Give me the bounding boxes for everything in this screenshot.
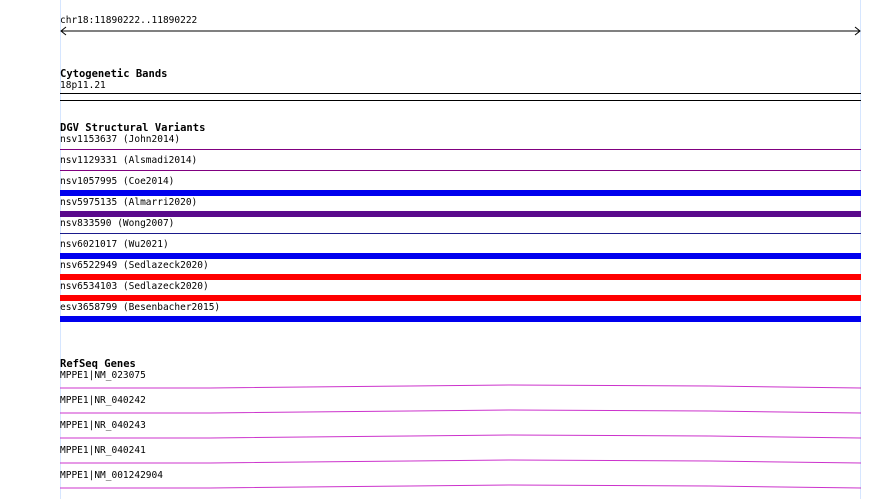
- dgv-variant-label[interactable]: nsv6534103 (Sedlazeck2020): [60, 281, 209, 292]
- dgv-variant-bar[interactable]: [60, 274, 861, 280]
- dgv-variant-bar[interactable]: [60, 170, 861, 171]
- cytoband-track-title: Cytogenetic Bands: [60, 68, 168, 80]
- dgv-variant-bar[interactable]: [60, 233, 861, 234]
- dgv-variant-bar[interactable]: [60, 211, 861, 217]
- dgv-variant-label[interactable]: nsv1057995 (Coe2014): [60, 176, 174, 187]
- dgv-variant-bar[interactable]: [60, 149, 861, 150]
- cytoband-label: 18p11.21: [60, 80, 106, 91]
- refseq-gene-model[interactable]: [60, 451, 861, 467]
- dgv-variant-bar[interactable]: [60, 295, 861, 301]
- dgv-variant-bar[interactable]: [60, 316, 861, 322]
- dgv-track-title: DGV Structural Variants: [60, 122, 206, 134]
- dgv-variant-label[interactable]: nsv1153637 (John2014): [60, 134, 180, 145]
- refseq-gene-model[interactable]: [60, 426, 861, 442]
- dgv-variant-label[interactable]: nsv5975135 (Almarri2020): [60, 197, 197, 208]
- dgv-variant-label[interactable]: esv3658799 (Besenbacher2015): [60, 302, 220, 313]
- dgv-variant-label[interactable]: nsv6021017 (Wu2021): [60, 239, 169, 250]
- right-boundary-line: [860, 0, 861, 499]
- refseq-track-title: RefSeq Genes: [60, 358, 136, 370]
- refseq-gene-model[interactable]: [60, 401, 861, 417]
- position-ruler: [60, 26, 861, 36]
- cytoband-bar: [60, 93, 861, 101]
- locus-label: chr18:11890222..11890222: [60, 15, 198, 26]
- dgv-variant-label[interactable]: nsv6522949 (Sedlazeck2020): [60, 260, 209, 271]
- dgv-variant-label[interactable]: nsv1129331 (Alsmadi2014): [60, 155, 197, 166]
- refseq-gene-model[interactable]: [60, 376, 861, 392]
- dgv-variant-bar[interactable]: [60, 190, 861, 196]
- refseq-gene-model[interactable]: [60, 476, 861, 492]
- dgv-variant-bar[interactable]: [60, 253, 861, 259]
- dgv-variant-label[interactable]: nsv833590 (Wong2007): [60, 218, 174, 229]
